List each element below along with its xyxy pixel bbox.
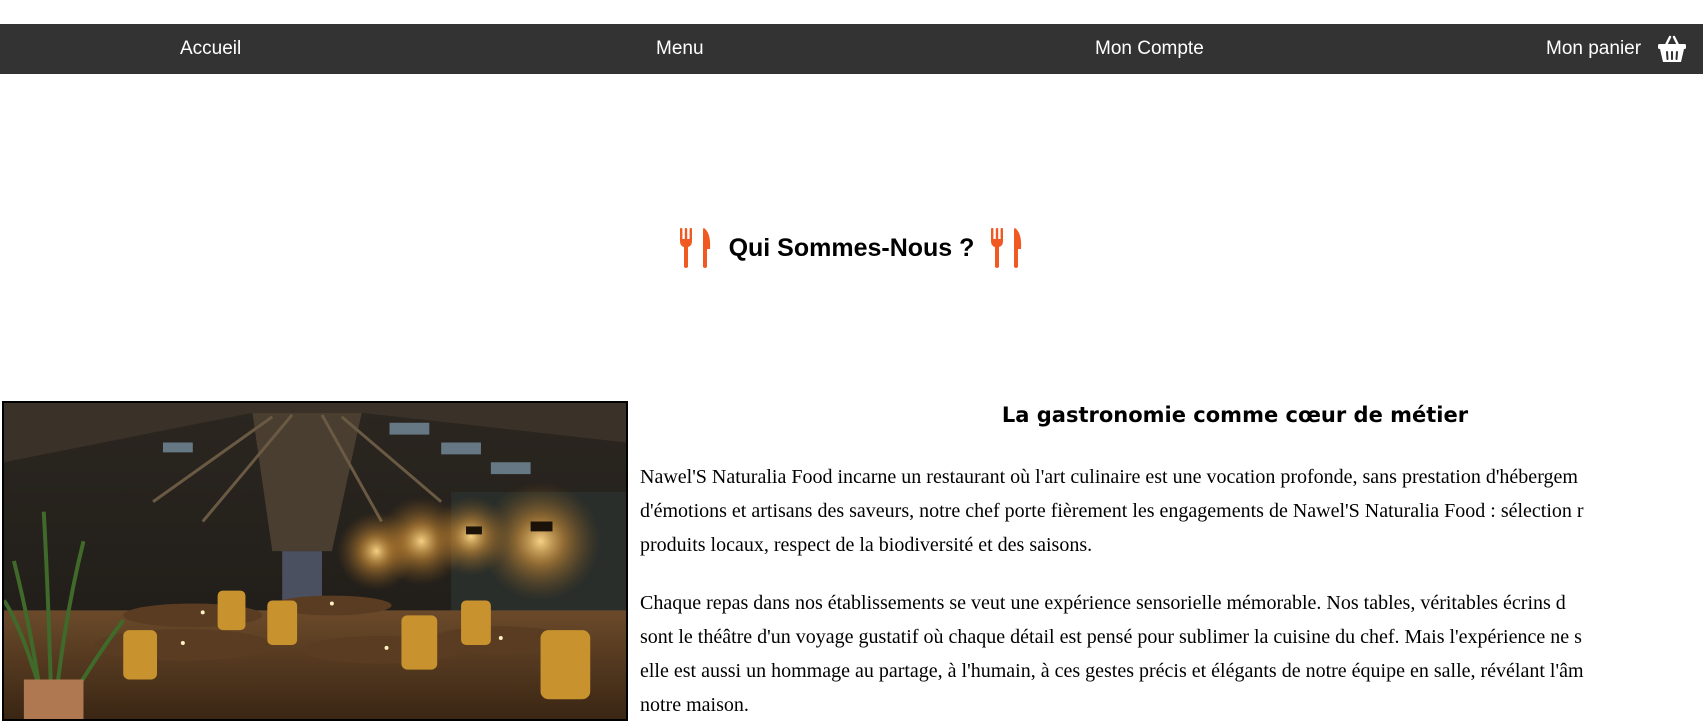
paragraph-line: produits locaux, respect de la biodivers… <box>640 534 1093 556</box>
paragraph-line: notre maison. <box>640 694 749 716</box>
heading-text: Qui Sommes-Nous ? <box>728 234 975 262</box>
nav-link-mon-panier[interactable]: Mon panier <box>1546 24 1641 74</box>
about-paragraph-2: Chaque repas dans nos établissements se … <box>640 586 1703 722</box>
paragraph-line: elle est aussi un hommage au partage, à … <box>640 660 1584 682</box>
about-subtitle: La gastronomie comme cœur de métier <box>1001 403 1469 427</box>
paragraph-line: Chaque repas dans nos établissements se … <box>640 592 1566 614</box>
nav-link-accueil[interactable]: Accueil <box>180 24 241 74</box>
basket-icon[interactable] <box>1657 34 1687 64</box>
restaurant-photo <box>2 401 628 721</box>
paragraph-line: Nawel'S Naturalia Food incarne un restau… <box>640 466 1578 488</box>
about-paragraph-1: Nawel'S Naturalia Food incarne un restau… <box>640 460 1703 562</box>
page-title: Qui Sommes-Nous ? <box>0 226 1703 270</box>
navbar: Accueil Menu Mon Compte Mon panier <box>0 24 1703 74</box>
fork-knife-icon <box>678 227 714 269</box>
nav-link-mon-compte[interactable]: Mon Compte <box>1095 24 1204 74</box>
paragraph-line: d'émotions et artisans des saveurs, notr… <box>640 500 1584 522</box>
nav-link-menu[interactable]: Menu <box>656 24 704 74</box>
paragraph-line: sont le théâtre d'un voyage gustatif où … <box>640 626 1582 648</box>
fork-knife-icon <box>989 227 1025 269</box>
